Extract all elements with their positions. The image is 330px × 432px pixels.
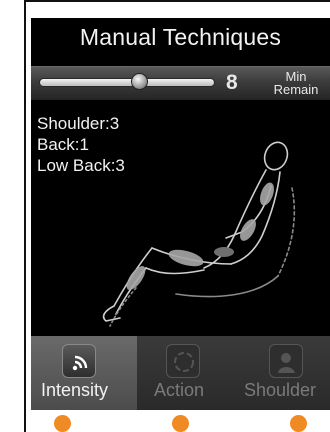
- frame-top-edge: [24, 0, 330, 2]
- massage-chair-illustration: [102, 141, 296, 327]
- intensity-icon: [62, 344, 96, 378]
- body-head-outline: [263, 141, 289, 171]
- time-slider-knob[interactable]: [130, 73, 148, 90]
- tab-indicator-dot-shoulder: [290, 415, 307, 432]
- tab-bar: Intensity Action Shoulder: [31, 336, 330, 410]
- time-slider-track[interactable]: [39, 78, 215, 87]
- min-label-line2: Remain: [273, 82, 319, 97]
- minutes-remaining-label: Min Remain: [251, 70, 330, 96]
- zone-low-back: [214, 247, 234, 257]
- page-title: Manual Techniques: [79, 24, 282, 50]
- body-back-outline: [203, 169, 267, 269]
- tab-indicator-dot-intensity: [54, 415, 71, 432]
- tab-action-label: Action: [154, 380, 205, 400]
- tab-shoulder-label: Shoulder: [244, 380, 317, 400]
- tab-intensity-label: Intensity: [41, 380, 109, 400]
- action-icon: [166, 344, 200, 378]
- tab-indicator-dot-action: [172, 415, 189, 432]
- massage-screen: Manual Techniques 8 Min Remain Shoulder:…: [31, 18, 330, 410]
- shoulder-icon: [269, 344, 303, 378]
- tab-shoulder[interactable]: Shoulder: [233, 336, 330, 410]
- zone-seat: [168, 249, 204, 267]
- frame-left-edge: [24, 0, 26, 432]
- time-remaining-bar: 8 Min Remain: [31, 66, 330, 100]
- body-thigh-bottom: [145, 267, 205, 275]
- chair-seat: [175, 275, 279, 298]
- chair-legrest: [109, 287, 137, 327]
- minutes-remaining-value: 8: [226, 71, 238, 94]
- tab-intensity[interactable]: Intensity: [31, 336, 137, 410]
- tab-action[interactable]: Action: [137, 336, 233, 410]
- chair-backrest: [277, 187, 296, 277]
